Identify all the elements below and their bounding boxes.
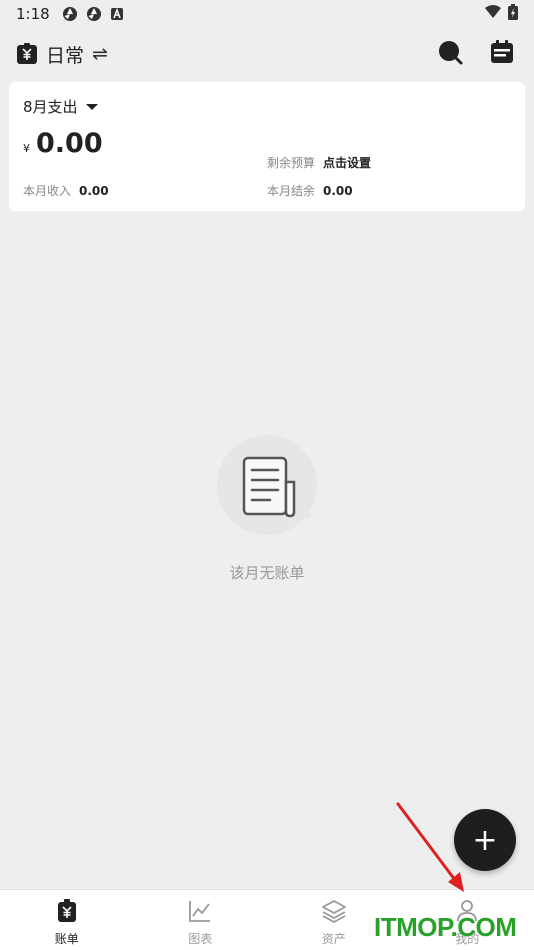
swap-icon: ⇌ — [92, 43, 108, 65]
notification-a-icon — [110, 7, 124, 21]
status-bar: 1:18 — [0, 0, 534, 28]
ledger-switch-button[interactable]: 日常 ⇌ — [16, 41, 108, 68]
empty-message: 该月无账单 — [229, 564, 305, 582]
ledger-icon — [16, 43, 38, 65]
income-label: 本月收入 — [23, 184, 72, 198]
caret-down-icon — [85, 103, 98, 110]
watermark-text: ITMOP.COM — [374, 912, 517, 942]
month-selector[interactable]: 8月支出 — [23, 96, 98, 117]
expense-amount: ¥ 0.00 — [23, 128, 103, 159]
budget-label: 剩余预算 — [267, 156, 316, 170]
empty-bill-icon — [212, 430, 322, 540]
balance-value: 0.00 — [323, 184, 353, 198]
layers-icon — [321, 898, 347, 924]
ledger-name: 日常 — [46, 44, 85, 67]
budget-row: 剩余预算 点击设置 — [267, 154, 371, 171]
empty-state: 该月无账单 — [0, 430, 534, 583]
battery-icon — [508, 4, 518, 24]
monthly-summary-card: 8月支出 ¥ 0.00 剩余预算 点击设置 本月收入 0.00 本月结余 0.0… — [9, 82, 525, 211]
status-time: 1:18 — [16, 5, 50, 23]
app-header: 日常 ⇌ — [0, 36, 534, 72]
nav-item-bills[interactable]: 账单 — [0, 890, 134, 950]
balance-row: 本月结余 0.00 — [267, 182, 353, 199]
search-icon — [437, 39, 463, 69]
income-row: 本月收入 0.00 — [23, 182, 109, 199]
calendar-button[interactable] — [488, 40, 516, 68]
nav-label: 图表 — [188, 932, 213, 946]
chart-icon — [187, 898, 213, 924]
add-record-button[interactable]: + — [454, 809, 516, 871]
nav-label: 账单 — [54, 932, 79, 946]
nav-item-charts[interactable]: 图表 — [134, 890, 268, 950]
month-label: 8月支出 — [23, 98, 78, 116]
aperture-icon — [62, 6, 78, 22]
currency-symbol: ¥ — [23, 142, 30, 155]
aperture-icon — [86, 6, 102, 22]
plus-icon: + — [472, 822, 498, 858]
wifi-icon — [484, 5, 502, 23]
balance-label: 本月结余 — [267, 184, 316, 198]
bill-icon — [54, 898, 80, 924]
calendar-icon — [489, 39, 515, 69]
set-budget-link[interactable]: 点击设置 — [323, 154, 371, 171]
nav-label: 资产 — [321, 932, 346, 946]
expense-value: 0.00 — [36, 128, 103, 159]
search-button[interactable] — [436, 40, 464, 68]
income-value: 0.00 — [79, 184, 109, 198]
